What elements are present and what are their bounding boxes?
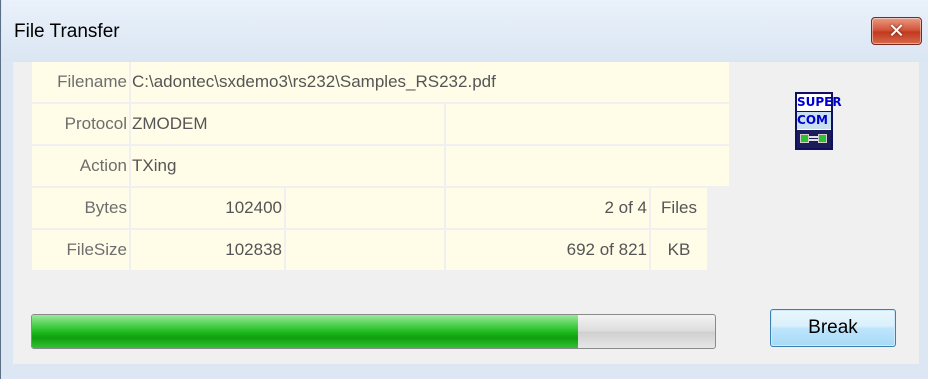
filesize-value: 102838 (131, 230, 284, 270)
logo-connector-icon (797, 130, 831, 148)
transfer-progress-bar (31, 314, 716, 349)
break-button[interactable]: Break (770, 309, 896, 347)
filename-label: Filename (32, 62, 129, 102)
protocol-value: ZMODEM (131, 104, 444, 144)
title-bar: File Transfer ✕ (2, 0, 928, 62)
transfer-info-grid: Filename C:\adontec\sxdemo3\rs232\Sample… (32, 62, 729, 271)
window-title: File Transfer (14, 21, 120, 42)
filename-value: C:\adontec\sxdemo3\rs232\Samples_RS232.p… (131, 62, 729, 102)
dialog-body: Filename C:\adontec\sxdemo3\rs232\Sample… (13, 62, 919, 364)
bytes-spacer (286, 188, 444, 228)
kb-unit: KB (651, 230, 707, 270)
close-button[interactable]: ✕ (871, 17, 922, 45)
filesize-label: FileSize (32, 230, 129, 270)
close-icon: ✕ (888, 18, 905, 43)
protocol-extra (446, 104, 729, 144)
filesize-spacer (286, 230, 444, 270)
supercom-logo-icon: SUPER COM (795, 92, 842, 150)
kb-count: 692 of 821 (446, 230, 649, 270)
action-value: TXing (131, 146, 444, 186)
action-extra (446, 146, 729, 186)
action-label: Action (32, 146, 129, 186)
file-transfer-window: File Transfer ✕ Filename C:\adontec\sxde… (0, 0, 928, 379)
logo-line2: COM (797, 111, 831, 129)
logo-line1: SUPER (797, 95, 842, 109)
files-count: 2 of 4 (446, 188, 649, 228)
bytes-label: Bytes (32, 188, 129, 228)
protocol-label: Protocol (32, 104, 129, 144)
progress-fill (32, 315, 579, 348)
files-unit: Files (651, 188, 707, 228)
bytes-value: 102400 (131, 188, 284, 228)
